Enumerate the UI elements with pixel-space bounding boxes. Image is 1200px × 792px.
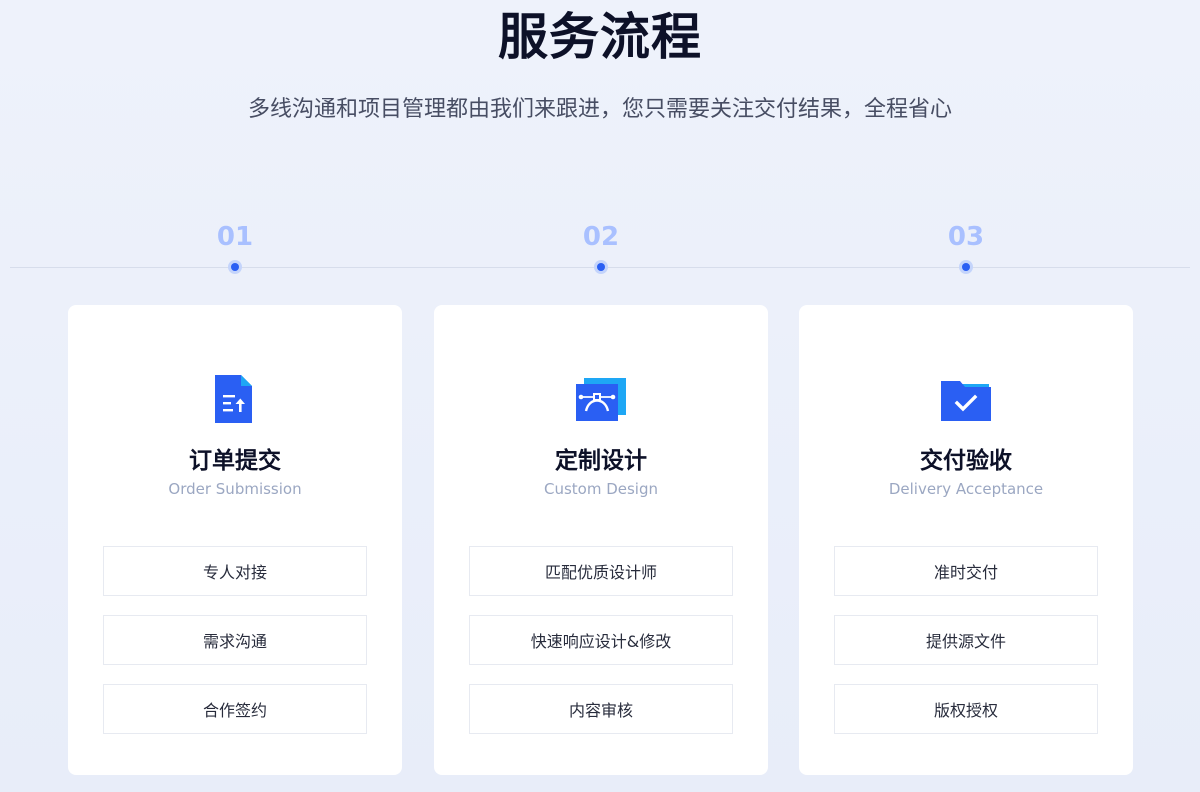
feature-item: 专人对接 (103, 546, 367, 596)
feature-item: 合作签约 (103, 684, 367, 734)
feature-item: 匹配优质设计师 (469, 546, 733, 596)
step-marker-3: 03 (906, 220, 1026, 274)
step-marker-1: 01 (175, 220, 295, 274)
feature-item: 提供源文件 (834, 615, 1098, 665)
page-subtitle: 多线沟通和项目管理都由我们来跟进，您只需要关注交付结果，全程省心 (247, 97, 952, 122)
timeline-dot (594, 260, 608, 274)
feature-item: 准时交付 (834, 546, 1098, 596)
step-marker-2: 02 (541, 220, 661, 274)
step-card-delivery-acceptance: 交付验收 Delivery Acceptance 准时交付 提供源文件 版权授权 (799, 305, 1133, 775)
card-title: 定制设计 (555, 448, 647, 474)
page-title: 服务流程 (498, 8, 702, 66)
card-subtitle: Delivery Acceptance (888, 480, 1044, 498)
step-number: 01 (216, 222, 254, 252)
feature-list: 匹配优质设计师 快速响应设计&修改 内容审核 (469, 546, 733, 753)
feature-list: 准时交付 提供源文件 版权授权 (834, 546, 1098, 753)
step-card-order-submission: 订单提交 Order Submission 专人对接 需求沟通 合作签约 (68, 305, 402, 775)
feature-item: 版权授权 (834, 684, 1098, 734)
card-title: 交付验收 (920, 448, 1012, 474)
document-upload-icon (210, 375, 260, 425)
feature-item: 快速响应设计&修改 (469, 615, 733, 665)
folder-check-icon (941, 375, 991, 425)
card-title: 订单提交 (189, 448, 281, 474)
step-number: 03 (947, 222, 985, 252)
feature-list: 专人对接 需求沟通 合作签约 (103, 546, 367, 753)
step-number: 02 (582, 222, 620, 252)
timeline-dot (228, 260, 242, 274)
card-subtitle: Custom Design (543, 480, 659, 498)
timeline-dot (959, 260, 973, 274)
feature-item: 需求沟通 (103, 615, 367, 665)
feature-item: 内容审核 (469, 684, 733, 734)
step-card-custom-design: 定制设计 Custom Design 匹配优质设计师 快速响应设计&修改 内容审… (434, 305, 768, 775)
design-pen-icon (576, 375, 626, 425)
card-subtitle: Order Submission (168, 480, 302, 498)
